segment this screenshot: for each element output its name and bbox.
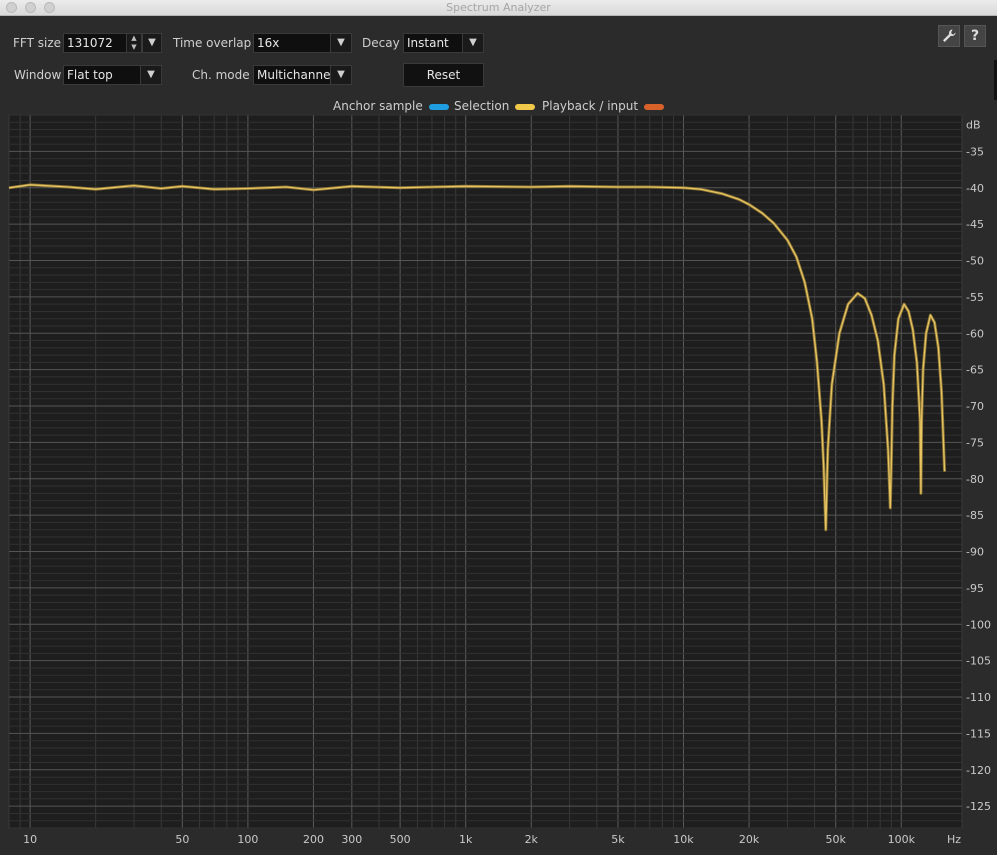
fft-size-field[interactable]: 131072 ▲ ▼ bbox=[63, 33, 142, 53]
settings-button[interactable] bbox=[938, 25, 960, 47]
x-tick-label: 2k bbox=[525, 833, 539, 846]
y-tick-label: -85 bbox=[966, 509, 984, 522]
fft-size-label: FFT size bbox=[13, 36, 62, 50]
y-tick-label: -65 bbox=[966, 364, 984, 377]
fft-size-stepper[interactable]: ▲ ▼ bbox=[126, 34, 141, 52]
decay-label: Decay bbox=[362, 36, 400, 50]
x-tick-label: 50k bbox=[826, 833, 847, 846]
time-overlap-label: Time overlap bbox=[173, 36, 252, 50]
window-titlebar: Spectrum Analyzer bbox=[0, 0, 997, 16]
window-function-value: Flat top bbox=[67, 68, 113, 82]
x-tick-label: 300 bbox=[341, 833, 362, 846]
y-tick-label: -120 bbox=[966, 764, 991, 777]
legend-label: Playback / input bbox=[542, 99, 639, 113]
legend-label: Anchor sample bbox=[333, 99, 423, 113]
y-tick-label: -50 bbox=[966, 255, 984, 268]
y-tick-label: -40 bbox=[966, 182, 984, 195]
window-function-select[interactable]: Flat top ▼ bbox=[63, 65, 162, 85]
y-tick-label: -80 bbox=[966, 473, 984, 486]
y-tick-label: -105 bbox=[966, 655, 991, 668]
fft-size-dropdown[interactable]: ▼ bbox=[142, 33, 162, 53]
y-axis-unit-label: dB bbox=[966, 118, 981, 131]
wrench-icon bbox=[943, 29, 956, 42]
y-tick-label: -110 bbox=[966, 691, 991, 704]
chevron-down-icon: ▼ bbox=[462, 34, 483, 52]
legend-swatch bbox=[428, 103, 449, 110]
x-tick-label: 500 bbox=[390, 833, 411, 846]
chevron-down-icon: ▼ bbox=[330, 66, 351, 84]
channel-mode-select[interactable]: Multichannel ▼ bbox=[253, 65, 352, 85]
decay-select[interactable]: Instant ▼ bbox=[403, 33, 484, 53]
help-button[interactable]: ? bbox=[964, 25, 986, 47]
legend-swatch bbox=[515, 103, 536, 110]
x-tick-label: 100k bbox=[888, 833, 916, 846]
y-tick-label: -70 bbox=[966, 400, 984, 413]
x-tick-label: 50 bbox=[175, 833, 189, 846]
x-tick-label: 100 bbox=[237, 833, 258, 846]
y-tick-label: -90 bbox=[966, 546, 984, 559]
x-tick-label: 10k bbox=[673, 833, 694, 846]
y-tick-label: -100 bbox=[966, 618, 991, 631]
y-tick-label: -55 bbox=[966, 291, 984, 304]
y-tick-label: -115 bbox=[966, 727, 991, 740]
x-tick-label: 10 bbox=[23, 833, 37, 846]
y-tick-label: -75 bbox=[966, 436, 984, 449]
chevron-down-icon: ▼ bbox=[140, 66, 161, 84]
time-overlap-value: 16x bbox=[257, 36, 280, 50]
channel-mode-value: Multichannel bbox=[257, 68, 334, 82]
legend-label: Selection bbox=[454, 99, 510, 113]
reset-button[interactable]: Reset bbox=[403, 63, 484, 87]
y-tick-label: -95 bbox=[966, 582, 984, 595]
x-tick-label: 1k bbox=[459, 833, 473, 846]
window-title: Spectrum Analyzer bbox=[446, 1, 551, 14]
channel-mode-label: Ch. mode bbox=[192, 68, 250, 82]
x-tick-label: 20k bbox=[739, 833, 760, 846]
y-tick-label: -60 bbox=[966, 327, 984, 340]
x-tick-label: 5k bbox=[611, 833, 625, 846]
chevron-down-icon: ▼ bbox=[143, 34, 161, 52]
time-overlap-select[interactable]: 16x ▼ bbox=[253, 33, 352, 53]
y-tick-label: -125 bbox=[966, 800, 991, 813]
x-tick-label: 200 bbox=[303, 833, 324, 846]
decay-value: Instant bbox=[407, 36, 449, 50]
x-axis-unit-label: Hz bbox=[947, 833, 961, 846]
window-function-label: Window bbox=[14, 68, 62, 82]
y-tick-label: -35 bbox=[966, 145, 984, 158]
chevron-down-icon: ▼ bbox=[330, 34, 351, 52]
spectrum-plot[interactable]: 10 50 100 200 300 500 1k 2k 5k 10k 20k 50k 100k Hz dB -… bbox=[0, 112, 997, 855]
fft-size-value: 131072 bbox=[67, 36, 113, 50]
y-tick-label: -45 bbox=[966, 218, 984, 231]
legend-swatch bbox=[644, 103, 665, 110]
